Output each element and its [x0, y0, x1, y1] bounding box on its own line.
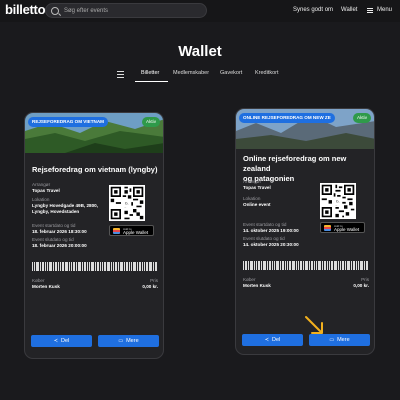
- share-label: Del: [271, 337, 281, 343]
- buyer-value: Morten Kusk: [243, 283, 271, 288]
- barcode: [32, 262, 158, 271]
- add-to-apple-wallet-button[interactable]: Add to Apple Wallet: [109, 225, 154, 236]
- search-input[interactable]: Søg efter events: [45, 3, 207, 18]
- wallet-big-label: Apple Wallet: [334, 226, 360, 232]
- start-info: Event startdato og tid 14. oktober 2025 …: [243, 222, 318, 234]
- wallet-icon: [113, 227, 120, 234]
- more-icon: ▭: [329, 337, 335, 343]
- qr-code: b.: [109, 185, 145, 221]
- organizer-value: Topas Travel: [243, 185, 271, 190]
- add-to-apple-wallet-button[interactable]: Add to Apple Wallet: [320, 222, 365, 233]
- location-info: Lokation Online event: [243, 196, 318, 208]
- page-title: Wallet: [178, 43, 222, 60]
- svg-text:b.: b.: [125, 202, 128, 206]
- wallet-tabs: Billetter Medlemskaber Gavekort Kreditko…: [0, 68, 400, 82]
- share-icon: ≺: [264, 337, 269, 343]
- more-button[interactable]: ▭ Mere: [98, 335, 159, 347]
- menu-icon[interactable]: [367, 8, 373, 13]
- barcode: [243, 261, 369, 270]
- more-label: Mere: [126, 338, 139, 344]
- ticket-card-actions: b. Add to Apple Wallet Køber Morten Kusk…: [24, 112, 164, 359]
- nav-wallet[interactable]: Wallet: [341, 7, 357, 13]
- pointer-arrow-icon: [305, 316, 323, 334]
- location-value: Online event: [243, 202, 271, 207]
- nav-menu[interactable]: Menu: [377, 7, 392, 13]
- share-label: Del: [60, 338, 70, 344]
- active-tab-underline: [135, 81, 168, 82]
- filter-icon[interactable]: [117, 71, 124, 78]
- share-icon: ≺: [53, 338, 58, 344]
- price-value: 0,00 kr.: [142, 284, 158, 289]
- wallet-icon: [324, 224, 331, 231]
- billetto-logo[interactable]: billetto.: [5, 2, 49, 17]
- start-value: 14. oktober 2025 19:00:00: [243, 228, 299, 233]
- tab-medlemskaber[interactable]: Medlemskaber: [173, 70, 209, 76]
- tab-billetter[interactable]: Billetter: [141, 70, 159, 76]
- search-placeholder: Søg efter events: [64, 7, 109, 14]
- tab-kreditkort[interactable]: Kreditkort: [255, 70, 279, 76]
- svg-text:b.: b.: [336, 200, 339, 204]
- tab-gavekort[interactable]: Gavekort: [220, 70, 242, 76]
- top-bar: billetto. Søg efter events Synes godt om…: [0, 0, 400, 22]
- price-value: 0,00 kr.: [353, 283, 369, 288]
- status-badge: Aktiv: [353, 113, 371, 123]
- event-category-badge: ONLINE REJSEFOREDRAG OM NEW ZE: [239, 113, 335, 123]
- more-icon: ▭: [118, 338, 124, 344]
- end-value: 14. oktober 2025 20:30:00: [243, 242, 299, 247]
- qr-code: b.: [320, 183, 356, 219]
- organizer-info: Arrangør Topas Travel: [243, 179, 318, 191]
- event-title-line1: Online rejseforedrag om new zealand: [243, 154, 347, 173]
- search-icon: [51, 6, 59, 15]
- wallet-big-label: Apple Wallet: [123, 229, 149, 235]
- buyer-value: Morten Kusk: [32, 284, 60, 289]
- share-button[interactable]: ≺ Del: [242, 334, 303, 346]
- more-label: Mere: [337, 337, 350, 343]
- end-info: Event slutdato og tid 14. oktober 2025 2…: [243, 236, 318, 248]
- nav-favorites[interactable]: Synes godt om: [293, 7, 333, 13]
- share-button[interactable]: ≺ Del: [31, 335, 92, 347]
